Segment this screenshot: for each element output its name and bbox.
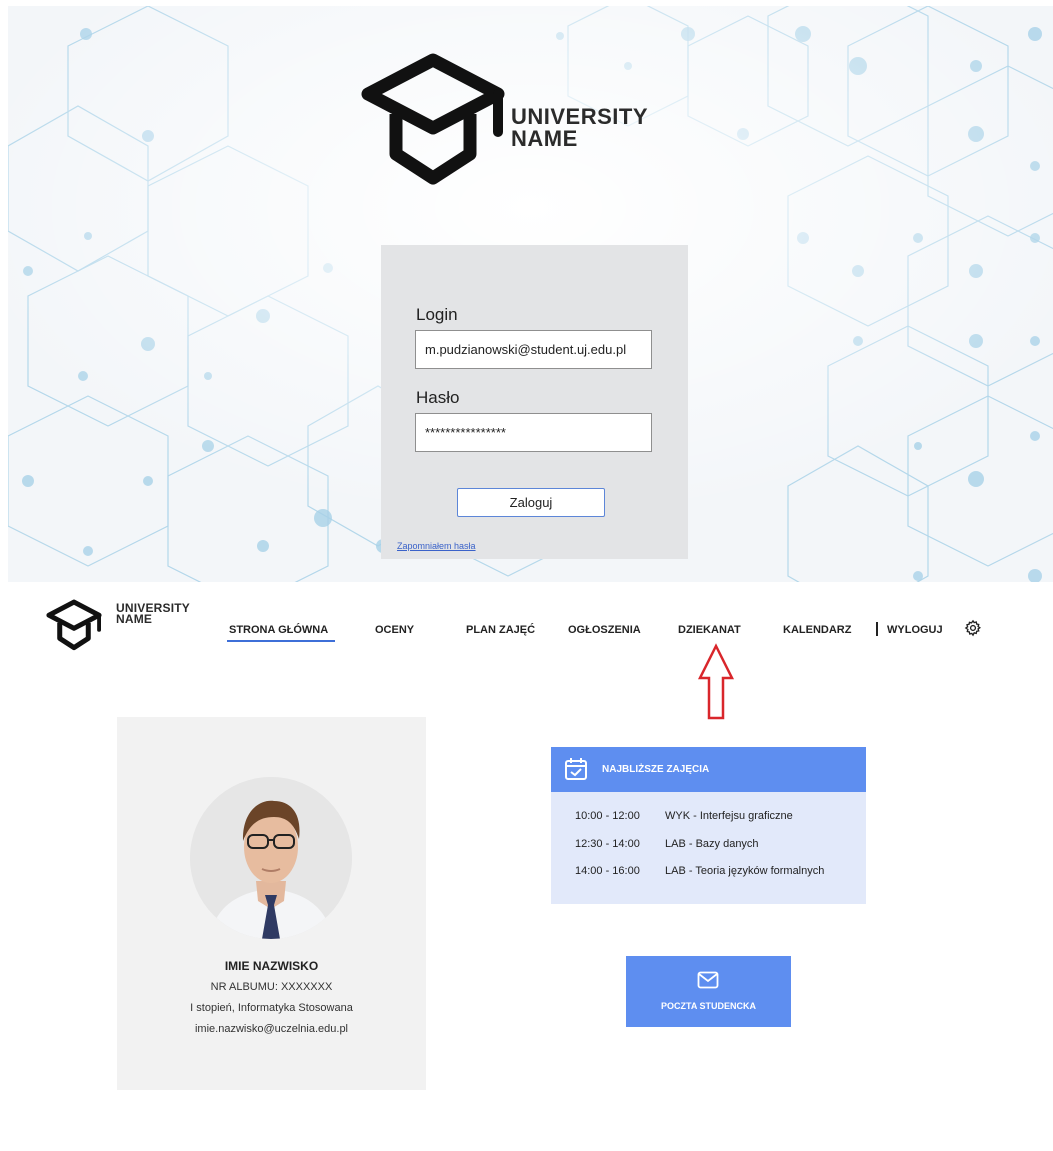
- student-mail-label: POCZTA STUDENCKA: [661, 1001, 756, 1011]
- university-name: UNIVERSITY NAME: [511, 106, 648, 150]
- class-row: 12:30 - 14:00 LAB - Bazy danych: [575, 838, 759, 850]
- profile-name: IMIE NAZWISKO: [224, 959, 319, 973]
- nav-item-kalendarz[interactable]: KALENDARZ: [783, 624, 851, 636]
- nav-university-name: UNIVERSITY NAME: [116, 602, 190, 626]
- login-label: Login: [416, 305, 458, 324]
- profile-email: imie.nazwisko@uczelnia.edu.pl: [194, 1023, 349, 1035]
- nav-item-dziekanat[interactable]: DZIEKANAT: [678, 624, 741, 636]
- university-logo: UNIVERSITY NAME: [358, 52, 678, 192]
- profile-program: I stopień, Informatyka Stosowana: [190, 1002, 353, 1014]
- login-screen: UNIVERSITY NAME Login Hasło Zaloguj Zapo…: [8, 6, 1053, 582]
- nav-logo[interactable]: UNIVERSITY NAME: [44, 599, 214, 651]
- class-row: 14:00 - 16:00 LAB - Teoria języków formal…: [575, 865, 824, 877]
- navbar: UNIVERSITY NAME STRONA GŁÓWNA OCENY PLAN…: [0, 582, 1053, 662]
- nav-item-ogloszenia[interactable]: OGŁOSZENIA: [568, 624, 641, 636]
- profile-album-number: NR ALBUMU: XXXXXXX: [210, 981, 333, 993]
- login-button[interactable]: Zaloguj: [457, 488, 605, 517]
- mail-icon: [697, 971, 719, 989]
- calendar-check-icon: [565, 758, 587, 780]
- red-arrow-annotation: [697, 643, 735, 720]
- class-name: LAB - Teoria języków formalnych: [665, 865, 825, 877]
- profile-photo: [190, 777, 352, 939]
- upcoming-classes-title: NAJBLIŻSZE ZAJĘCIA: [602, 764, 710, 775]
- login-panel: Login Hasło Zaloguj Zapomniałem hasła: [381, 245, 688, 559]
- graduation-cap-icon: [361, 53, 505, 185]
- nav-university-name-line2: NAME: [116, 612, 153, 626]
- nav-item-plan-zajec[interactable]: PLAN ZAJĘĆ: [466, 624, 535, 636]
- avatar: [190, 777, 352, 939]
- logout-link[interactable]: WYLOGUJ: [887, 624, 943, 636]
- class-time: 10:00 - 12:00: [575, 810, 640, 822]
- upcoming-classes-card: NAJBLIŻSZE ZAJĘCIA 10:00 - 12:00 WYK - In…: [551, 747, 866, 904]
- class-name: WYK - Interfejsu graficzne: [665, 810, 793, 822]
- nav-item-oceny[interactable]: OCENY: [375, 624, 414, 636]
- gear-icon[interactable]: [964, 619, 982, 637]
- graduation-cap-icon: [46, 599, 102, 651]
- student-mail-button[interactable]: POCZTA STUDENCKA: [626, 956, 791, 1027]
- nav-item-strona-glowna[interactable]: STRONA GŁÓWNA: [229, 624, 328, 636]
- university-name-line1: UNIVERSITY: [511, 104, 649, 129]
- forgot-password-link[interactable]: Zapomniałem hasła: [397, 541, 476, 551]
- nav-active-indicator: [227, 640, 335, 642]
- nav-separator: [876, 622, 878, 636]
- university-name-line2: NAME: [511, 126, 578, 151]
- password-input[interactable]: [415, 413, 652, 452]
- profile-card: IMIE NAZWISKO NR ALBUMU: XXXXXXX I stopi…: [117, 717, 426, 1090]
- login-input[interactable]: [415, 330, 652, 369]
- class-row: 10:00 - 12:00 WYK - Interfejsu graficzne: [575, 810, 793, 822]
- upcoming-classes-header: NAJBLIŻSZE ZAJĘCIA: [551, 747, 866, 792]
- class-time: 14:00 - 16:00: [575, 865, 640, 877]
- class-name: LAB - Bazy danych: [665, 838, 759, 850]
- password-label: Hasło: [416, 388, 460, 407]
- class-time: 12:30 - 14:00: [575, 838, 640, 850]
